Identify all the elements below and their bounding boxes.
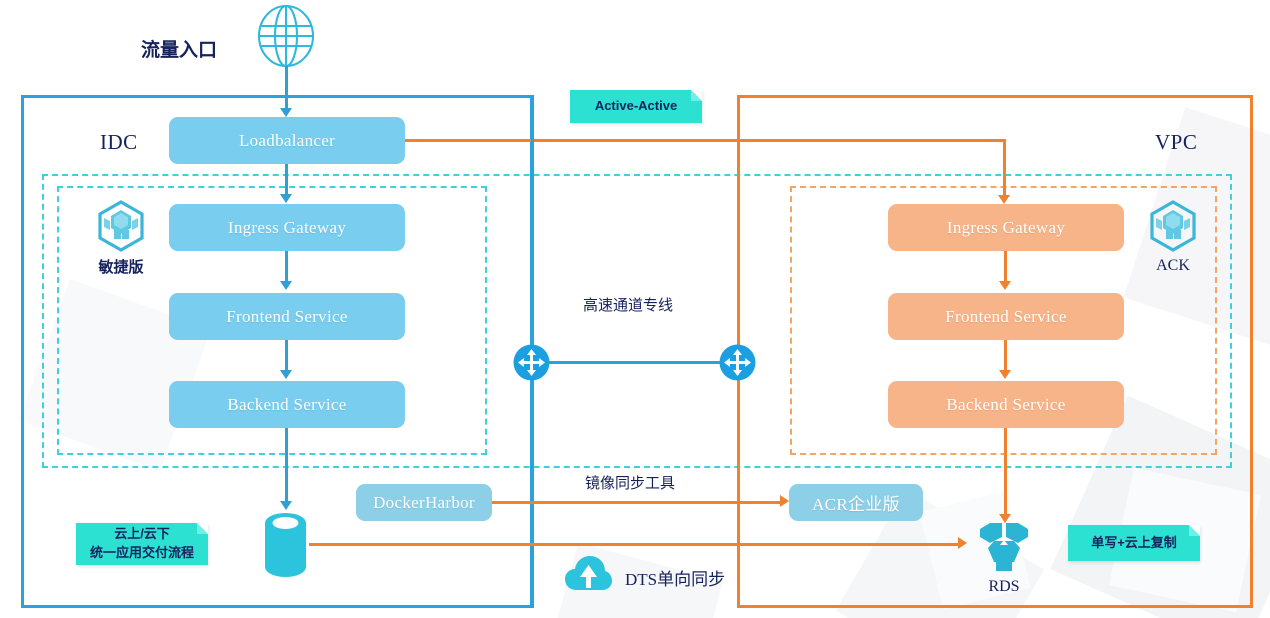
ingress-to-frontend-line-ack	[1004, 251, 1007, 281]
ingress-to-frontend-line-idc	[285, 251, 288, 281]
kubernetes-icon-caption-idc: 敏捷版	[98, 259, 144, 276]
lb-to-ingress-line	[285, 164, 288, 196]
rds-replication-note: 单写+云上复制	[1068, 525, 1200, 561]
frontend-to-backend-arrowhead-idc	[280, 370, 292, 379]
node-docker-harbor[interactable]: DockerHarbor	[356, 484, 492, 521]
harbor-to-acr-arrowhead	[780, 495, 789, 507]
note-fold-corner	[197, 523, 208, 534]
db-to-rds-line	[309, 543, 960, 546]
rds-replication-note-label: 单写+云上复制	[1091, 534, 1177, 550]
cloud-upload-icon	[564, 554, 613, 592]
ingress-to-frontend-arrowhead-idc	[280, 281, 292, 290]
node-ingress-gateway-ack[interactable]: Ingress Gateway	[888, 204, 1124, 251]
image-sync-label: 镜像同步工具	[585, 476, 676, 492]
rds-icon-caption: RDS	[988, 578, 1020, 595]
dts-sync-label: DTS单向同步	[625, 570, 726, 589]
backend-to-rds-line	[1004, 428, 1007, 516]
backend-to-database-line	[285, 428, 288, 503]
unified-delivery-note-line1: 云上/云下	[114, 526, 170, 542]
kubernetes-icon-caption-ack: ACK	[1156, 257, 1190, 274]
node-frontend-service-ack[interactable]: Frontend Service	[888, 293, 1124, 340]
note-fold-corner	[691, 90, 702, 101]
express-connect-link-line	[549, 361, 720, 364]
lb-to-ack-ingress-horizontal	[405, 139, 1006, 142]
harbor-to-acr-line	[492, 501, 782, 504]
architecture-diagram-canvas: 流量入口 IDC VPC Loadbalancer Ingress Gatewa…	[0, 0, 1270, 618]
globe-icon	[254, 4, 318, 68]
vpc-region-label: VPC	[1155, 130, 1198, 154]
router-icon-idc	[513, 344, 550, 381]
node-backend-service-ack[interactable]: Backend Service	[888, 381, 1124, 428]
traffic-entry-label: 流量入口	[141, 40, 218, 61]
database-cylinder-icon	[262, 512, 309, 578]
node-backend-service-idc[interactable]: Backend Service	[169, 381, 405, 428]
express-connect-label: 高速通道专线	[583, 298, 674, 314]
frontend-to-backend-arrowhead-ack	[999, 370, 1011, 379]
db-to-rds-arrowhead	[958, 537, 967, 549]
unified-delivery-note: 云上/云下 统一应用交付流程	[76, 523, 208, 565]
router-icon-vpc	[719, 344, 756, 381]
lb-to-ingress-arrowhead	[280, 194, 292, 203]
node-ingress-gateway-idc[interactable]: Ingress Gateway	[169, 204, 405, 251]
node-loadbalancer[interactable]: Loadbalancer	[169, 117, 405, 164]
kubernetes-icon-idc	[97, 200, 145, 252]
active-active-tag-label: Active-Active	[594, 98, 678, 114]
node-acr-enterprise[interactable]: ACR企业版	[789, 484, 923, 521]
frontend-to-backend-line-ack	[1004, 340, 1007, 370]
node-frontend-service-idc[interactable]: Frontend Service	[169, 293, 405, 340]
ingress-to-frontend-arrowhead-ack	[999, 281, 1011, 290]
rds-icon	[976, 521, 1032, 574]
frontend-to-backend-line-idc	[285, 340, 288, 370]
note-fold-corner	[1189, 525, 1200, 536]
lb-to-ack-ingress-arrowhead	[998, 195, 1010, 204]
lb-to-ack-ingress-vertical	[1003, 139, 1006, 197]
backend-to-database-arrowhead	[280, 501, 292, 510]
unified-delivery-note-line2: 统一应用交付流程	[89, 545, 194, 560]
idc-region-label: IDC	[100, 130, 138, 154]
kubernetes-icon-ack	[1149, 200, 1197, 252]
active-active-tag: Active-Active	[570, 90, 702, 123]
